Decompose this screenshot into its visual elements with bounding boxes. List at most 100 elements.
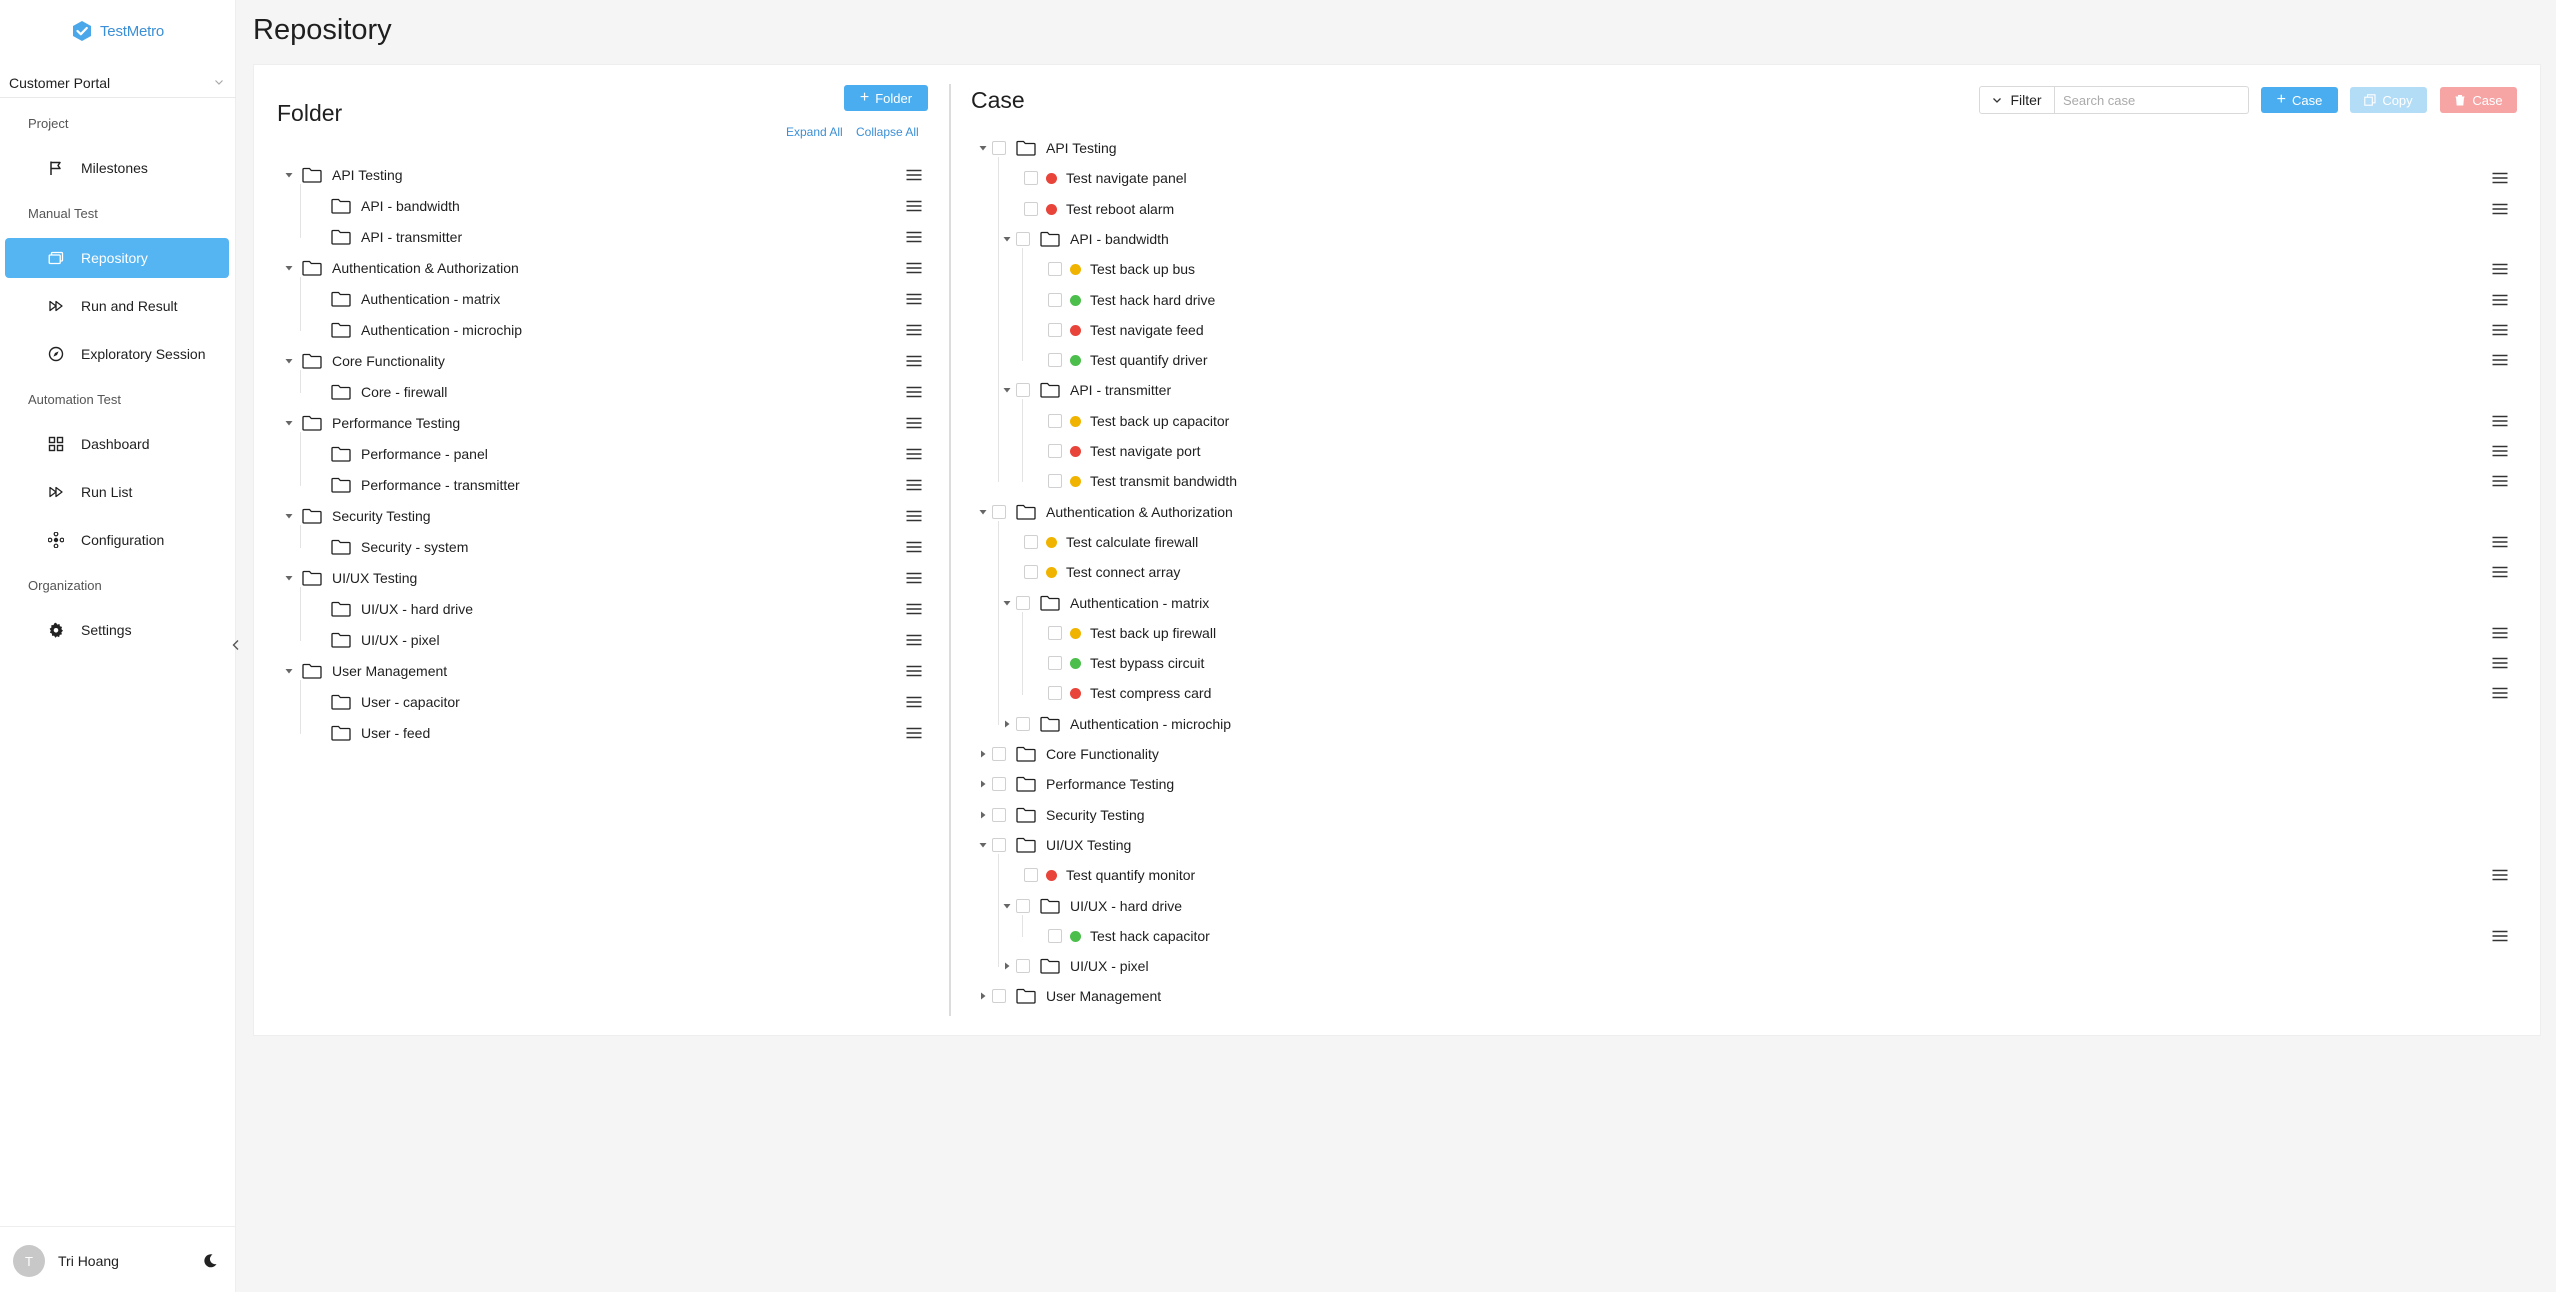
folder-tree-subitem[interactable]: UI/UX - pixel bbox=[331, 625, 440, 655]
folder-tree-item[interactable]: Core Functionality bbox=[284, 346, 445, 376]
folder-checkbox[interactable] bbox=[1016, 899, 1030, 913]
folder-tree-item[interactable]: Security Testing bbox=[284, 501, 431, 531]
drag-menu-icon[interactable] bbox=[2492, 172, 2508, 184]
nav-dashboard[interactable]: Dashboard bbox=[5, 424, 229, 464]
caret-down-icon[interactable] bbox=[978, 840, 988, 850]
case-tree-folder[interactable]: UI/UX Testing bbox=[978, 830, 1131, 860]
folder-tree-item[interactable]: User Management bbox=[284, 656, 447, 686]
drag-menu-icon[interactable] bbox=[906, 479, 922, 491]
drag-menu-icon[interactable] bbox=[2492, 203, 2508, 215]
drag-menu-icon[interactable] bbox=[2492, 536, 2508, 548]
case-checkbox[interactable] bbox=[1048, 474, 1062, 488]
drag-menu-icon[interactable] bbox=[906, 727, 922, 739]
drag-menu-icon[interactable] bbox=[906, 665, 922, 677]
drag-menu-icon[interactable] bbox=[2492, 263, 2508, 275]
case-tree-folder[interactable]: UI/UX - hard drive bbox=[1002, 891, 1182, 921]
expand-all-link[interactable]: Expand All bbox=[786, 125, 843, 139]
case-tree-case[interactable]: Test reboot alarm bbox=[1024, 194, 1174, 224]
folder-tree-subitem[interactable]: User - capacitor bbox=[331, 687, 460, 717]
folder-tree-item[interactable]: Authentication & Authorization bbox=[284, 253, 519, 283]
folder-checkbox[interactable] bbox=[992, 777, 1006, 791]
folder-tree-subitem[interactable]: Core - firewall bbox=[331, 377, 447, 407]
collapse-all-link[interactable]: Collapse All bbox=[856, 125, 919, 139]
drag-menu-icon[interactable] bbox=[2492, 475, 2508, 487]
caret-down-icon[interactable] bbox=[1002, 385, 1012, 395]
nav-exploratory-session[interactable]: Exploratory Session bbox=[5, 334, 229, 374]
caret-down-icon[interactable] bbox=[1002, 234, 1012, 244]
case-tree-case[interactable]: Test hack capacitor bbox=[1048, 921, 1210, 951]
case-checkbox[interactable] bbox=[1048, 686, 1062, 700]
caret-right-icon[interactable] bbox=[978, 779, 988, 789]
case-tree-case[interactable]: Test quantify monitor bbox=[1024, 860, 1195, 890]
case-checkbox[interactable] bbox=[1024, 535, 1038, 549]
folder-checkbox[interactable] bbox=[1016, 959, 1030, 973]
nav-configuration[interactable]: Configuration bbox=[5, 520, 229, 560]
filter-button[interactable]: Filter bbox=[1979, 86, 2055, 114]
folder-tree-item[interactable]: API Testing bbox=[284, 160, 403, 190]
folder-tree-subitem[interactable]: Performance - panel bbox=[331, 439, 488, 469]
delete-case-button[interactable]: Case bbox=[2440, 87, 2517, 113]
folder-checkbox[interactable] bbox=[992, 989, 1006, 1003]
folder-tree-subitem[interactable]: UI/UX - hard drive bbox=[331, 594, 473, 624]
folder-checkbox[interactable] bbox=[992, 505, 1006, 519]
case-tree-folder[interactable]: UI/UX - pixel bbox=[1002, 951, 1149, 981]
case-tree-folder[interactable]: Authentication - microchip bbox=[1002, 709, 1231, 739]
caret-down-icon[interactable] bbox=[284, 511, 294, 521]
nav-repository[interactable]: Repository bbox=[5, 238, 229, 278]
drag-menu-icon[interactable] bbox=[906, 510, 922, 522]
drag-menu-icon[interactable] bbox=[2492, 415, 2508, 427]
drag-menu-icon[interactable] bbox=[906, 448, 922, 460]
caret-down-icon[interactable] bbox=[284, 170, 294, 180]
caret-down-icon[interactable] bbox=[284, 418, 294, 428]
drag-menu-icon[interactable] bbox=[2492, 566, 2508, 578]
case-tree-folder[interactable]: Authentication - matrix bbox=[1002, 588, 1209, 618]
drag-menu-icon[interactable] bbox=[906, 541, 922, 553]
case-tree-case[interactable]: Test navigate feed bbox=[1048, 315, 1204, 345]
caret-right-icon[interactable] bbox=[1002, 961, 1012, 971]
case-tree-folder[interactable]: Core Functionality bbox=[978, 739, 1159, 769]
drag-menu-icon[interactable] bbox=[2492, 354, 2508, 366]
case-tree-folder[interactable]: API - bandwidth bbox=[1002, 224, 1169, 254]
caret-down-icon[interactable] bbox=[284, 356, 294, 366]
search-case-input[interactable] bbox=[2055, 86, 2249, 114]
folder-checkbox[interactable] bbox=[992, 838, 1006, 852]
drag-menu-icon[interactable] bbox=[906, 572, 922, 584]
drag-menu-icon[interactable] bbox=[906, 603, 922, 615]
caret-down-icon[interactable] bbox=[1002, 901, 1012, 911]
case-tree-folder[interactable]: Security Testing bbox=[978, 800, 1145, 830]
nav-milestones[interactable]: Milestones bbox=[5, 148, 229, 188]
logo[interactable]: TestMetro bbox=[70, 18, 164, 44]
caret-right-icon[interactable] bbox=[978, 991, 988, 1001]
case-tree-folder[interactable]: Authentication & Authorization bbox=[978, 497, 1233, 527]
case-tree-case[interactable]: Test connect array bbox=[1024, 557, 1180, 587]
drag-menu-icon[interactable] bbox=[2492, 930, 2508, 942]
folder-tree-subitem[interactable]: User - feed bbox=[331, 718, 430, 748]
folder-tree-subitem[interactable]: Security - system bbox=[331, 532, 468, 562]
add-folder-button[interactable]: + Folder bbox=[844, 85, 928, 111]
copy-button[interactable]: Copy bbox=[2350, 87, 2427, 113]
case-checkbox[interactable] bbox=[1024, 868, 1038, 882]
case-tree-case[interactable]: Test navigate panel bbox=[1024, 163, 1187, 193]
case-tree-case[interactable]: Test back up firewall bbox=[1048, 618, 1216, 648]
case-checkbox[interactable] bbox=[1048, 444, 1062, 458]
case-tree-case[interactable]: Test calculate firewall bbox=[1024, 527, 1198, 557]
caret-down-icon[interactable] bbox=[284, 263, 294, 273]
drag-menu-icon[interactable] bbox=[906, 417, 922, 429]
nav-settings[interactable]: Settings bbox=[5, 610, 229, 650]
case-tree-case[interactable]: Test transmit bandwidth bbox=[1048, 466, 1237, 496]
folder-checkbox[interactable] bbox=[992, 141, 1006, 155]
folder-tree-subitem[interactable]: Authentication - microchip bbox=[331, 315, 522, 345]
drag-menu-icon[interactable] bbox=[906, 169, 922, 181]
caret-down-icon[interactable] bbox=[1002, 598, 1012, 608]
drag-menu-icon[interactable] bbox=[906, 324, 922, 336]
drag-menu-icon[interactable] bbox=[906, 293, 922, 305]
case-tree-folder[interactable]: Performance Testing bbox=[978, 769, 1174, 799]
case-checkbox[interactable] bbox=[1048, 414, 1062, 428]
nav-run-list[interactable]: Run List bbox=[5, 472, 229, 512]
case-checkbox[interactable] bbox=[1048, 323, 1062, 337]
caret-down-icon[interactable] bbox=[978, 143, 988, 153]
drag-menu-icon[interactable] bbox=[906, 231, 922, 243]
folder-checkbox[interactable] bbox=[1016, 232, 1030, 246]
folder-tree-subitem[interactable]: API - bandwidth bbox=[331, 191, 460, 221]
case-tree-case[interactable]: Test bypass circuit bbox=[1048, 648, 1204, 678]
